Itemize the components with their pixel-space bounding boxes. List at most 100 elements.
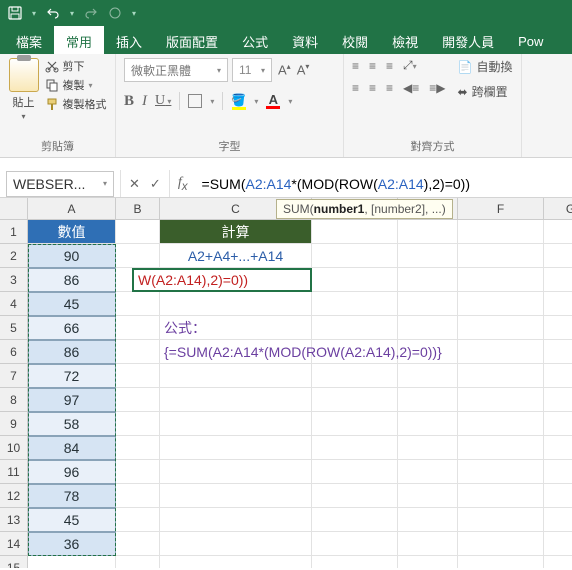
column-header-G[interactable]: G [544, 198, 572, 220]
cell-D15[interactable] [312, 556, 398, 568]
cell-G4[interactable] [544, 292, 572, 316]
qat-dropdown[interactable]: ▾ [28, 9, 40, 18]
row-header-8[interactable]: 8 [0, 388, 28, 412]
cell-D2[interactable] [312, 244, 398, 268]
cell-G1[interactable] [544, 220, 572, 244]
cell-B6[interactable] [116, 340, 160, 364]
cell-G12[interactable] [544, 484, 572, 508]
cell-C6[interactable]: {=SUM(A2:A14*(MOD(ROW(A2:A14),2)=0))} [160, 340, 312, 364]
cell-C2[interactable]: A2+A4+...+A14 [160, 244, 312, 268]
cell-E11[interactable] [398, 460, 458, 484]
cell-F2[interactable] [458, 244, 544, 268]
cell-D13[interactable] [312, 508, 398, 532]
align-right-icon[interactable]: ≡ [386, 81, 393, 95]
paste-dropdown[interactable]: ▾ [21, 112, 25, 121]
cell-E1[interactable] [398, 220, 458, 244]
row-header-10[interactable]: 10 [0, 436, 28, 460]
cell-D1[interactable] [312, 220, 398, 244]
select-all-corner[interactable] [0, 198, 28, 220]
touch-mode-icon[interactable] [104, 2, 126, 24]
cell-C15[interactable] [160, 556, 312, 568]
tab-file[interactable]: 檔案 [4, 26, 54, 54]
cell-C1[interactable]: 計算 [160, 220, 312, 244]
row-header-14[interactable]: 14 [0, 532, 28, 556]
cell-B4[interactable] [116, 292, 160, 316]
fill-color-button[interactable]: 🪣 [231, 93, 246, 110]
cell-F7[interactable] [458, 364, 544, 388]
cell-A4[interactable]: 45 [28, 292, 116, 316]
row-header-12[interactable]: 12 [0, 484, 28, 508]
editing-cell[interactable]: W(A2:A14),2)=0)) [132, 268, 312, 292]
cell-E8[interactable] [398, 388, 458, 412]
cell-D4[interactable] [312, 292, 398, 316]
cell-A14[interactable]: 36 [28, 532, 116, 556]
indent-decrease-icon[interactable]: ◀≡ [403, 81, 419, 95]
row-header-6[interactable]: 6 [0, 340, 28, 364]
enter-formula-button[interactable]: ✓ [150, 176, 161, 192]
row-header-7[interactable]: 7 [0, 364, 28, 388]
cell-C14[interactable] [160, 532, 312, 556]
cell-D5[interactable] [312, 316, 398, 340]
qat-customize[interactable]: ▾ [128, 9, 140, 18]
cell-D10[interactable] [312, 436, 398, 460]
cell-E15[interactable] [398, 556, 458, 568]
cell-G2[interactable] [544, 244, 572, 268]
tab-layout[interactable]: 版面配置 [154, 26, 230, 54]
cell-A2[interactable]: 90 [28, 244, 116, 268]
cell-B1[interactable] [116, 220, 160, 244]
cell-A1[interactable]: 數值 [28, 220, 116, 244]
align-center-icon[interactable]: ≡ [369, 81, 376, 95]
cell-A12[interactable]: 78 [28, 484, 116, 508]
tab-insert[interactable]: 插入 [104, 26, 154, 54]
cell-A11[interactable]: 96 [28, 460, 116, 484]
undo-dropdown[interactable]: ▾ [66, 9, 78, 18]
formula-input[interactable]: =SUM(A2:A14*(MOD(ROW(A2:A14),2)=0)) [196, 174, 572, 194]
cell-A13[interactable]: 45 [28, 508, 116, 532]
cell-B14[interactable] [116, 532, 160, 556]
cell-F4[interactable] [458, 292, 544, 316]
cell-D3[interactable] [312, 268, 398, 292]
merge-center-button[interactable]: ⬌ 跨欄置 [458, 83, 513, 100]
font-size-combo[interactable]: 11▾ [232, 58, 272, 82]
row-header-11[interactable]: 11 [0, 460, 28, 484]
cell-G13[interactable] [544, 508, 572, 532]
tab-formulas[interactable]: 公式 [230, 26, 280, 54]
tab-more[interactable]: Pow [506, 26, 549, 54]
cell-D9[interactable] [312, 412, 398, 436]
cell-F8[interactable] [458, 388, 544, 412]
name-box-dropdown[interactable]: ▾ [103, 179, 107, 188]
cell-F3[interactable] [458, 268, 544, 292]
cell-B13[interactable] [116, 508, 160, 532]
cell-A6[interactable]: 86 [28, 340, 116, 364]
tab-developer[interactable]: 開發人員 [430, 26, 506, 54]
undo-icon[interactable] [42, 2, 64, 24]
cell-C13[interactable] [160, 508, 312, 532]
cell-C4[interactable] [160, 292, 312, 316]
cell-C8[interactable] [160, 388, 312, 412]
cell-A7[interactable]: 72 [28, 364, 116, 388]
cell-E2[interactable] [398, 244, 458, 268]
cut-button[interactable]: 剪下 [45, 58, 107, 74]
fx-icon[interactable]: fx [170, 175, 196, 193]
cell-D11[interactable] [312, 460, 398, 484]
row-header-15[interactable]: 15 [0, 556, 28, 568]
font-name-combo[interactable]: 微軟正黑體▾ [124, 58, 228, 82]
cell-B15[interactable] [116, 556, 160, 568]
cell-C10[interactable] [160, 436, 312, 460]
cell-C11[interactable] [160, 460, 312, 484]
cell-G9[interactable] [544, 412, 572, 436]
indent-increase-icon[interactable]: ≡▶ [429, 81, 445, 95]
cell-F1[interactable] [458, 220, 544, 244]
row-header-13[interactable]: 13 [0, 508, 28, 532]
cell-B12[interactable] [116, 484, 160, 508]
cell-E3[interactable] [398, 268, 458, 292]
cell-C7[interactable] [160, 364, 312, 388]
underline-button[interactable]: U ▾ [155, 93, 171, 109]
cell-B5[interactable] [116, 316, 160, 340]
tab-data[interactable]: 資料 [280, 26, 330, 54]
cell-C9[interactable] [160, 412, 312, 436]
increase-font-icon[interactable]: A▴ [276, 60, 293, 79]
cell-G3[interactable] [544, 268, 572, 292]
cell-B10[interactable] [116, 436, 160, 460]
cell-G5[interactable] [544, 316, 572, 340]
